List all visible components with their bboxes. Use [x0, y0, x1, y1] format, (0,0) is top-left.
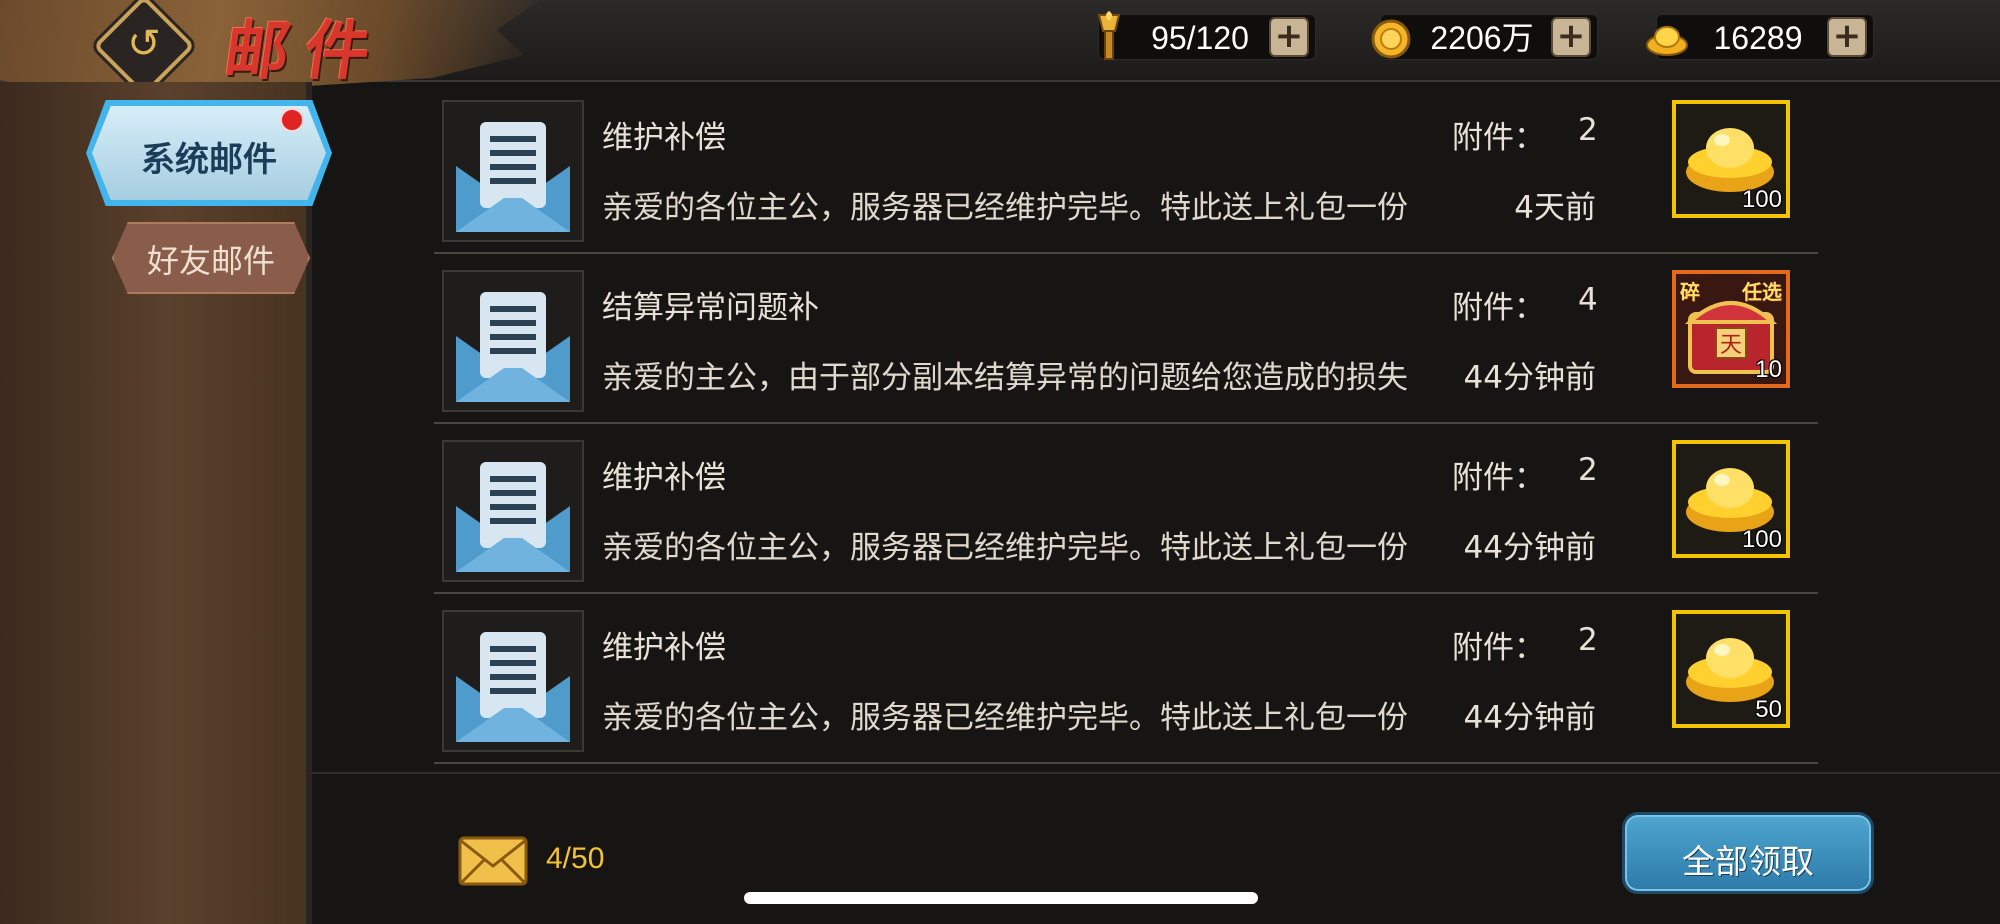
mail-time: 44分钟前	[1463, 530, 1596, 566]
item-quantity: 10	[1755, 356, 1782, 383]
mail-row[interactable]: 维护补偿 亲爱的各位主公，服务器已经维护完毕。特此送上礼包一份 附件： 2 44…	[434, 596, 1818, 764]
home-indicator[interactable]	[744, 892, 1258, 904]
page-title: 邮件	[219, 14, 391, 89]
tab-friend-mail[interactable]: 好友邮件	[112, 222, 310, 294]
item-quantity: 100	[1741, 186, 1782, 213]
sidebar-divider	[306, 82, 312, 924]
add-ingot-button[interactable]: +	[1827, 17, 1867, 57]
attachment-label: 附件：	[1452, 290, 1545, 326]
bottom-divider	[310, 772, 2000, 774]
mail-message: 亲爱的各位主公，服务器已经维护完毕。特此送上礼包一份	[602, 190, 1408, 226]
mail-row[interactable]: 维护补偿 亲爱的各位主公，服务器已经维护完毕。特此送上礼包一份 附件： 2 4天…	[434, 86, 1818, 254]
stamina-value: 95/120	[1151, 20, 1249, 56]
attachment-label: 附件：	[1452, 630, 1545, 666]
mail-message: 亲爱的各位主公，服务器已经维护完毕。特此送上礼包一份	[602, 700, 1408, 736]
mail-message: 亲爱的各位主公，服务器已经维护完毕。特此送上礼包一份	[602, 530, 1408, 566]
add-coin-button[interactable]: +	[1551, 17, 1591, 57]
mail-row[interactable]: 结算异常问题补 亲爱的主公，由于部分副本结算异常的问题给您造成的损失 附件： 4…	[434, 256, 1818, 424]
torch-stamina-icon	[1097, 11, 1121, 60]
coin-counter: 2206万 +	[1371, 14, 1598, 60]
reward-item[interactable]: 50	[1672, 610, 1790, 728]
attachment-label: 附件：	[1452, 460, 1545, 496]
ingot-counter: 16289 +	[1646, 14, 1874, 60]
open-envelope-icon	[442, 610, 584, 752]
item-tag-shard: 碎	[1680, 280, 1700, 304]
mail-time: 4天前	[1514, 190, 1596, 226]
mail-title: 结算异常问题补	[602, 290, 819, 326]
attachment-count: 2	[1578, 452, 1598, 488]
attachment-label: 附件：	[1452, 120, 1545, 156]
tab-system-mail-label: 系统邮件	[141, 140, 277, 180]
mail-time: 44分钟前	[1463, 700, 1596, 736]
notification-dot	[280, 108, 304, 132]
reward-item[interactable]: 天 碎 任选 10	[1672, 270, 1790, 388]
tab-friend-mail-label: 好友邮件	[146, 242, 275, 280]
item-quantity: 100	[1741, 526, 1782, 553]
sidebar	[0, 82, 310, 924]
svg-text:天: 天	[1720, 333, 1742, 358]
claim-all-button[interactable]: 全部领取	[1622, 812, 1874, 894]
mail-row[interactable]: 维护补偿 亲爱的各位主公，服务器已经维护完毕。特此送上礼包一份 附件： 2 44…	[434, 426, 1818, 594]
item-quantity: 50	[1755, 696, 1782, 723]
coin-value: 2206万	[1430, 20, 1534, 56]
open-envelope-icon	[442, 100, 584, 242]
item-tag-choice: 任选	[1742, 280, 1782, 304]
gold-coin-icon	[1371, 19, 1411, 59]
add-stamina-button[interactable]: +	[1269, 17, 1309, 57]
ingot-icon	[1646, 26, 1688, 56]
mail-message: 亲爱的主公，由于部分副本结算异常的问题给您造成的损失	[602, 360, 1408, 396]
mail-time: 44分钟前	[1463, 360, 1596, 396]
reward-item[interactable]: 100	[1672, 440, 1790, 558]
ingot-value: 16289	[1713, 20, 1803, 56]
attachment-count: 2	[1578, 622, 1598, 658]
mail-title: 维护补偿	[602, 460, 726, 496]
stamina-counter: 95/120 +	[1097, 11, 1316, 60]
mail-title: 维护补偿	[602, 120, 726, 156]
attachment-count: 2	[1578, 112, 1598, 148]
mail-count: 4/50	[546, 842, 605, 875]
mail-title: 维护补偿	[602, 630, 726, 666]
claim-all-label: 全部领取	[1682, 842, 1814, 881]
mail-envelope-icon	[458, 836, 528, 886]
reward-item[interactable]: 100	[1672, 100, 1790, 218]
attachment-count: 4	[1578, 282, 1598, 318]
open-envelope-icon	[442, 270, 584, 412]
open-envelope-icon	[442, 440, 584, 582]
